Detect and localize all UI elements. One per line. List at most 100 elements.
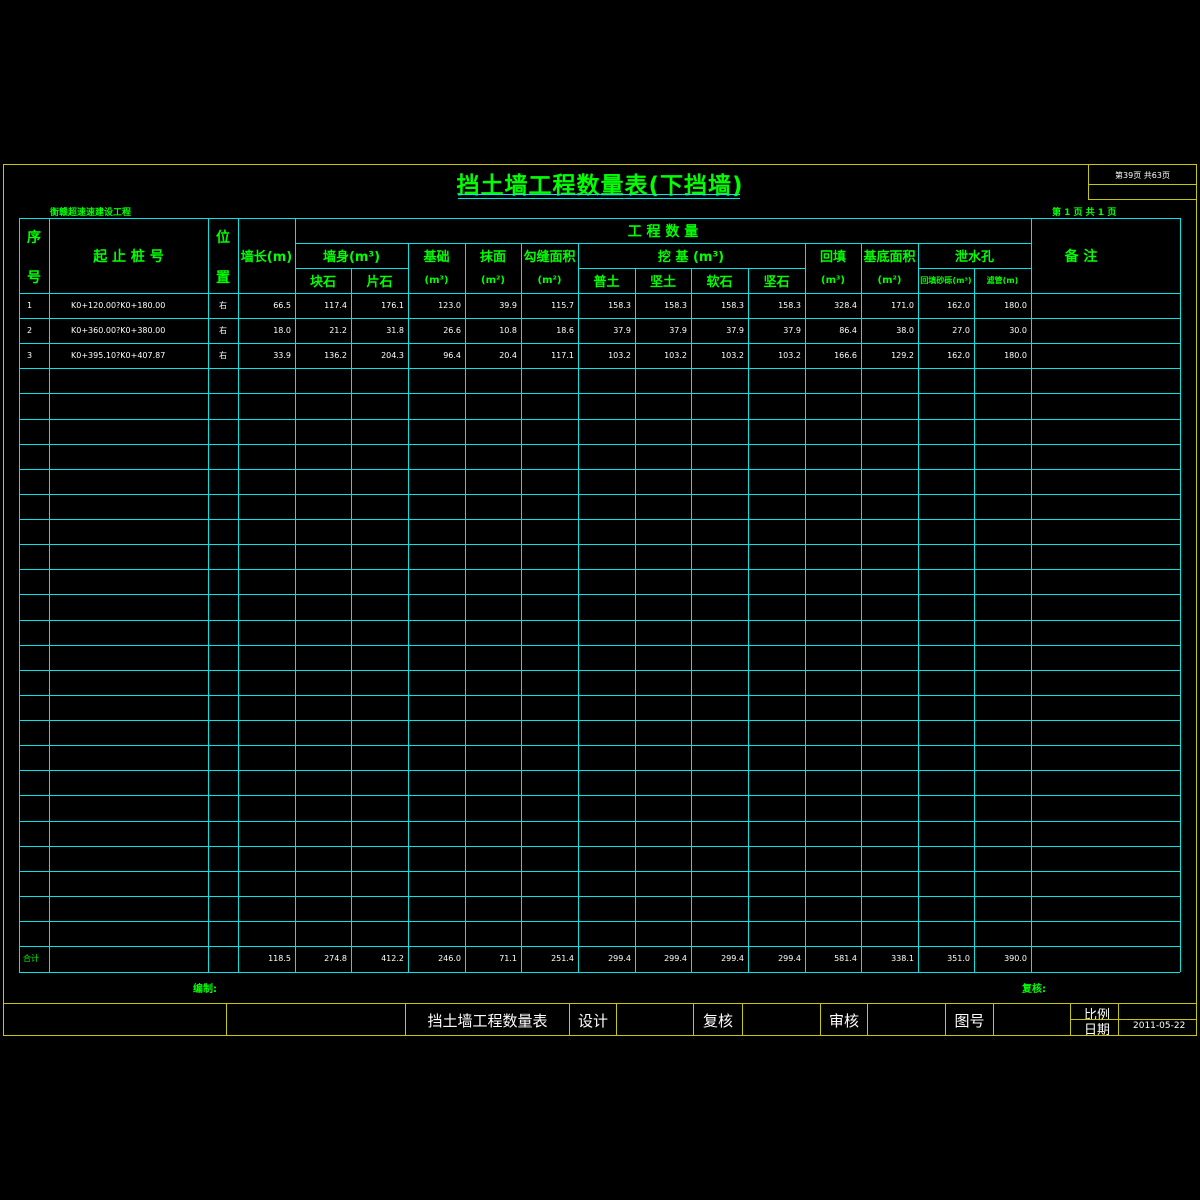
- header-plaster-unit: (m²): [481, 275, 505, 286]
- header-remark: 备 注: [1064, 248, 1098, 265]
- row-stake: K0+395.10?K0+407.87: [71, 351, 166, 361]
- row-soil1: 158.3: [608, 301, 631, 311]
- header-seq: 号: [27, 269, 41, 286]
- total-rock1: 299.4: [721, 954, 744, 964]
- total-drain1: 351.0: [947, 954, 970, 964]
- design-label: 设计: [577, 1011, 608, 1030]
- row-backfill: 166.6: [834, 351, 857, 361]
- row-drain2: 30.0: [1009, 326, 1027, 336]
- row-seq: 2: [27, 326, 33, 336]
- row-drain2: 180.0: [1004, 351, 1027, 361]
- header-drain-sand: 回填砂砾(m³): [920, 276, 972, 285]
- header-joint: 勾缝面积: [523, 250, 576, 265]
- drawing-no-label: 图号: [954, 1011, 985, 1030]
- header-rock-soft: 软石: [706, 275, 733, 290]
- header-base-area: 基底面积: [863, 250, 916, 265]
- row-drain1: 27.0: [952, 326, 970, 336]
- row-foundation: 123.0: [438, 301, 461, 311]
- row-seq: 1: [27, 301, 33, 311]
- row-soil2: 103.2: [664, 351, 687, 361]
- row-joint: 117.1: [551, 351, 574, 361]
- drawing-name: 挡土墙工程数量表: [427, 1011, 548, 1030]
- total-rock2: 299.4: [778, 954, 801, 964]
- project-name: 衡赣超速速建设工程: [50, 208, 132, 218]
- row-block: 117.4: [324, 301, 347, 311]
- header-backfill-unit: (m³): [821, 275, 845, 286]
- total-block: 274.8: [324, 954, 347, 964]
- total-joint: 251.4: [551, 954, 574, 964]
- row-length: 18.0: [273, 326, 291, 336]
- row-drain2: 180.0: [1004, 301, 1027, 311]
- total-length: 118.5: [268, 954, 291, 964]
- row-foundation: 26.6: [443, 326, 461, 336]
- row-rock1: 158.3: [721, 301, 744, 311]
- header-backfill: 回填: [819, 250, 846, 265]
- row-rock2: 37.9: [783, 326, 801, 336]
- row-position: 右: [219, 301, 227, 311]
- header-position: 置: [216, 269, 230, 286]
- total-base: 338.1: [891, 954, 914, 964]
- row-rock2: 103.2: [778, 351, 801, 361]
- row-position: 右: [219, 326, 227, 336]
- total-backfill: 581.4: [834, 954, 857, 964]
- row-rubble: 31.8: [386, 326, 404, 336]
- header-soil-hard: 坚土: [649, 275, 676, 290]
- header-wall-body: 墙身(m³): [322, 250, 381, 265]
- date-label: 日期: [1084, 1023, 1111, 1038]
- header-quantity: 工 程 数 量: [627, 223, 699, 240]
- row-joint: 115.7: [551, 301, 574, 311]
- header-plaster: 抹面: [479, 250, 506, 265]
- row-seq: 3: [27, 351, 33, 361]
- row-stake: K0+360.00?K0+380.00: [71, 326, 166, 336]
- header-soil-common: 普土: [593, 275, 620, 290]
- row-soil1: 103.2: [608, 351, 631, 361]
- row-backfill: 86.4: [839, 326, 857, 336]
- title-underline: [458, 194, 740, 195]
- row-foundation: 96.4: [443, 351, 461, 361]
- row-drain1: 162.0: [947, 351, 970, 361]
- total-soil1: 299.4: [608, 954, 631, 964]
- row-drain1: 162.0: [947, 301, 970, 311]
- total-soil2: 299.4: [664, 954, 687, 964]
- row-rock1: 103.2: [721, 351, 744, 361]
- header-stake: 起 止 桩 号: [93, 248, 164, 265]
- row-rock2: 158.3: [778, 301, 801, 311]
- page-indicator-box: 第39页 共63页: [1088, 164, 1197, 200]
- row-base: 129.2: [891, 351, 914, 361]
- row-length: 33.9: [273, 351, 291, 361]
- audit-label: 审核: [828, 1011, 859, 1030]
- sheet-indicator: 第 1 页 共 1 页: [1052, 208, 1117, 218]
- row-soil1: 37.9: [613, 326, 631, 336]
- row-soil2: 37.9: [669, 326, 687, 336]
- row-plaster: 10.8: [499, 326, 517, 336]
- header-rock-hard: 坚石: [763, 275, 790, 290]
- total-drain2: 390.0: [1004, 954, 1027, 964]
- row-block: 21.2: [329, 326, 347, 336]
- header-drain: 泄水孔: [954, 250, 994, 265]
- row-joint: 18.6: [556, 326, 574, 336]
- total-label: 合计: [23, 954, 39, 964]
- header-position: 位: [216, 229, 230, 246]
- row-soil2: 158.3: [664, 301, 687, 311]
- row-rubble: 176.1: [381, 301, 404, 311]
- recheck-label: 复核: [702, 1011, 733, 1030]
- row-base: 38.0: [896, 326, 914, 336]
- title-underline: [458, 198, 740, 199]
- row-plaster: 20.4: [499, 351, 517, 361]
- header-seq: 序: [27, 229, 41, 246]
- header-base-area-unit: (m²): [877, 275, 902, 286]
- row-plaster: 39.9: [499, 301, 517, 311]
- total-plaster: 71.1: [499, 954, 517, 964]
- date-value: 2011-05-22: [1133, 1021, 1186, 1031]
- header-foundation-unit: (m³): [424, 275, 449, 286]
- total-foundation: 246.0: [438, 954, 461, 964]
- row-rubble: 204.3: [381, 351, 404, 361]
- row-position: 右: [219, 351, 227, 361]
- total-rubble: 412.2: [381, 954, 404, 964]
- header-rubble: 片石: [366, 275, 393, 290]
- header-joint-unit: (m²): [537, 275, 562, 286]
- reviewer-label: 复核:: [1022, 984, 1046, 995]
- row-base: 171.0: [891, 301, 914, 311]
- header-foundation: 基础: [423, 250, 450, 265]
- row-block: 136.2: [324, 351, 347, 361]
